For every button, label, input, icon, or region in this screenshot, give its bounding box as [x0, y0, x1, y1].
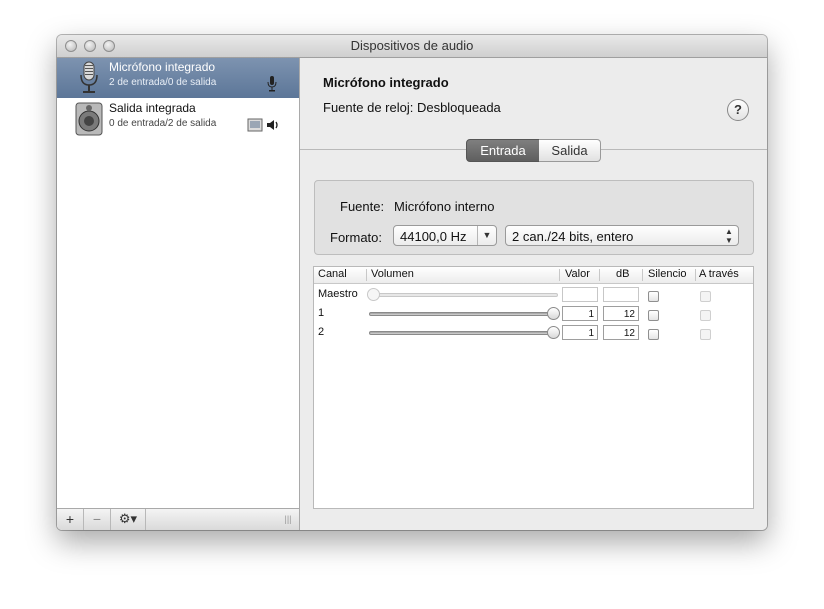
chevron-down-icon[interactable]: ▼: [477, 226, 496, 245]
add-device-button[interactable]: +: [57, 509, 84, 530]
column-separator: [559, 269, 560, 281]
channel-name: Maestro: [318, 288, 358, 300]
channel-table: Canal Volumen Valor dB Silencio A través…: [313, 266, 754, 509]
output-speaker-icon: [267, 120, 278, 130]
column-header-value[interactable]: Valor: [565, 268, 590, 280]
value-field[interactable]: 1: [562, 325, 598, 340]
title-bar[interactable]: Dispositivos de audio: [57, 35, 767, 58]
device-row-builtin-output[interactable]: Salida integrada 0 de entrada/2 de salid…: [57, 99, 299, 139]
source-value: Micrófono interno: [394, 199, 495, 214]
column-separator: [366, 269, 367, 281]
thru-checkbox[interactable]: [700, 291, 711, 302]
tab-output[interactable]: Salida: [539, 139, 601, 162]
remove-device-button[interactable]: −: [84, 509, 111, 530]
volume-slider-track: [369, 293, 558, 297]
volume-slider-knob[interactable]: [547, 307, 560, 320]
format-popup[interactable]: 2 can./24 bits, entero ▲ ▼: [505, 225, 739, 246]
source-label: Fuente:: [340, 199, 385, 214]
input-microphone-icon: [267, 76, 277, 92]
window-title: Dispositivos de audio: [350, 38, 474, 53]
column-separator: [599, 269, 600, 281]
column-header-mute[interactable]: Silencio: [648, 268, 687, 280]
device-title: Micrófono integrado: [323, 75, 449, 90]
clock-source: Fuente de reloj: Desbloqueada: [323, 100, 501, 115]
mute-checkbox[interactable]: [648, 329, 659, 340]
column-header-volume[interactable]: Volumen: [371, 268, 414, 280]
mute-checkbox[interactable]: [648, 310, 659, 321]
device-row-builtin-microphone[interactable]: Micrófono integrado 2 de entrada/0 de sa…: [57, 58, 299, 98]
column-header-db[interactable]: dB: [616, 268, 629, 280]
device-list: Micrófono integrado 2 de entrada/0 de sa…: [57, 58, 300, 530]
column-header-thru[interactable]: A través: [699, 268, 739, 280]
volume-slider-knob[interactable]: [547, 326, 560, 339]
mute-checkbox[interactable]: [648, 291, 659, 302]
table-header: Canal Volumen Valor dB Silencio A través: [314, 267, 753, 284]
volume-slider-track: [369, 312, 558, 316]
channel-name: 1: [318, 307, 325, 319]
speaker-icon: [75, 102, 103, 136]
sample-rate-combo[interactable]: 44100,0 Hz ▼: [393, 225, 497, 246]
audio-devices-window: Dispositivos de audio Micrófono integrad…: [57, 35, 767, 530]
column-separator: [642, 269, 643, 281]
volume-slider-knob[interactable]: [367, 288, 380, 301]
updown-arrows-icon: ▲ ▼: [725, 227, 733, 245]
format-value: 2 can./24 bits, entero: [512, 229, 634, 244]
sidebar-toolbar: + − ⚙▾ |||: [57, 508, 299, 530]
device-channels: 0 de entrada/2 de salida: [109, 118, 217, 129]
column-header-channel[interactable]: Canal: [318, 268, 347, 280]
value-field[interactable]: 1: [562, 306, 598, 321]
gear-menu-button[interactable]: ⚙▾: [111, 509, 146, 530]
thru-checkbox[interactable]: [700, 329, 711, 340]
db-field[interactable]: 12: [603, 306, 639, 321]
device-detail-panel: Micrófono integrado Fuente de reloj: Des…: [300, 58, 767, 530]
tab-input[interactable]: Entrada: [466, 139, 540, 162]
db-field[interactable]: [603, 287, 639, 302]
device-name: Micrófono integrado: [109, 60, 216, 74]
db-field[interactable]: 12: [603, 325, 639, 340]
format-label: Formato:: [330, 230, 383, 245]
device-channels: 2 de entrada/0 de salida: [109, 77, 217, 88]
sample-rate-value: 44100,0 Hz: [400, 229, 467, 244]
source-format-box: Fuente: Micrófono interno Formato: 44100…: [314, 180, 754, 255]
system-output-icon: [247, 118, 263, 132]
value-field[interactable]: [562, 287, 598, 302]
channel-name: 2: [318, 326, 325, 338]
volume-slider-track: [369, 331, 558, 335]
help-button[interactable]: ?: [727, 99, 749, 121]
resize-handle[interactable]: |||: [279, 509, 297, 530]
device-name: Salida integrada: [109, 101, 196, 115]
column-separator: [695, 269, 696, 281]
thru-checkbox[interactable]: [700, 310, 711, 321]
microphone-icon: [80, 61, 98, 93]
